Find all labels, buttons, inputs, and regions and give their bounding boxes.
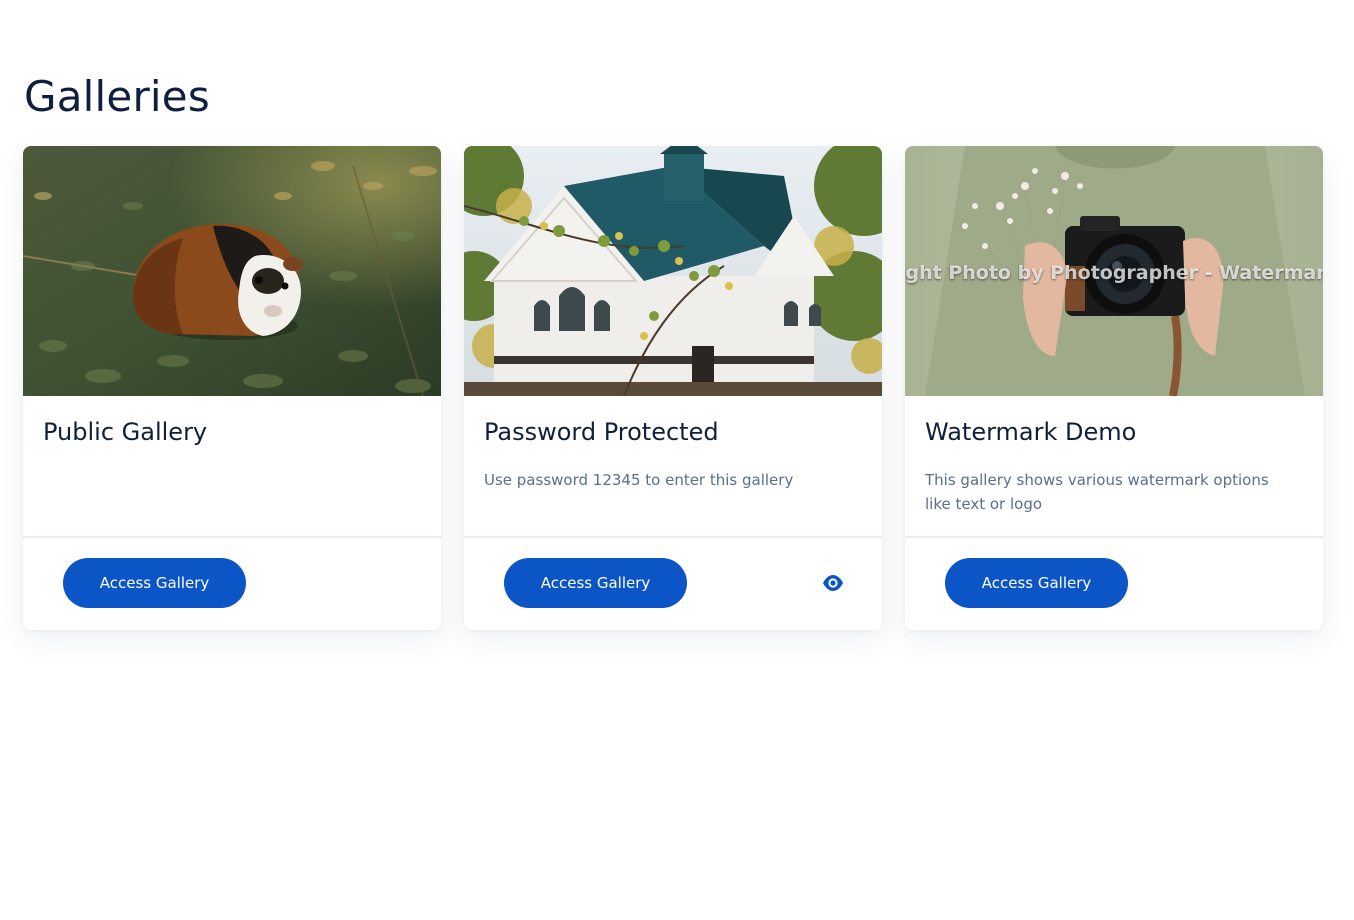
eye-icon[interactable] bbox=[822, 573, 844, 593]
gallery-card-watermark: ight Photo by Photographer - Watermar Wa… bbox=[905, 146, 1323, 630]
gallery-card-footer: Access Gallery bbox=[464, 538, 882, 628]
gallery-title[interactable]: Watermark Demo bbox=[925, 416, 1303, 448]
gallery-card-password: Password Protected Use password 12345 to… bbox=[464, 146, 882, 630]
gallery-card-body: Watermark Demo This gallery shows variou… bbox=[905, 396, 1323, 538]
page-title: Galleries bbox=[24, 72, 210, 121]
gallery-description: Use password 12345 to enter this gallery bbox=[484, 471, 794, 489]
access-gallery-button[interactable]: Access Gallery bbox=[504, 558, 687, 608]
church-photo bbox=[464, 146, 882, 396]
gallery-cover-image[interactable]: ight Photo by Photographer - Watermar bbox=[905, 146, 1323, 396]
watermark-overlay-text: ight Photo by Photographer - Watermar bbox=[905, 262, 1323, 284]
access-gallery-button[interactable]: Access Gallery bbox=[63, 558, 246, 608]
access-gallery-button[interactable]: Access Gallery bbox=[945, 558, 1128, 608]
gallery-card-footer: Access Gallery bbox=[23, 538, 441, 628]
gallery-title[interactable]: Public Gallery bbox=[43, 416, 421, 448]
gallery-list: Public Gallery Access Gallery Password P… bbox=[23, 146, 1323, 630]
gallery-title[interactable]: Password Protected bbox=[484, 416, 862, 448]
gallery-cover-image[interactable] bbox=[23, 146, 441, 396]
guinea-pig-photo bbox=[23, 146, 441, 396]
gallery-card-body: Public Gallery bbox=[23, 396, 441, 538]
gallery-cover-image[interactable] bbox=[464, 146, 882, 396]
gallery-description: This gallery shows various watermark opt… bbox=[925, 471, 1269, 513]
gallery-card-body: Password Protected Use password 12345 to… bbox=[464, 396, 882, 538]
gallery-card-footer: Access Gallery bbox=[905, 538, 1323, 628]
gallery-card-public: Public Gallery Access Gallery bbox=[23, 146, 441, 630]
